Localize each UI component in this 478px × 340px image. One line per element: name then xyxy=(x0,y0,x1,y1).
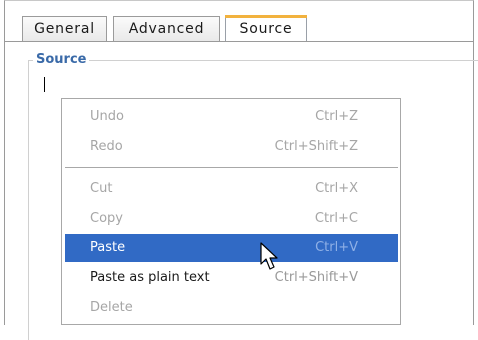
menu-item-shortcut: Ctrl+Shift+Z xyxy=(274,139,358,154)
menu-item-shortcut: Ctrl+V xyxy=(315,240,358,255)
menu-item-shortcut: Ctrl+Shift+V xyxy=(274,270,358,285)
menu-item-shortcut: Ctrl+Z xyxy=(315,109,358,124)
context-menu: Undo Ctrl+Z Redo Ctrl+Shift+Z Cut Ctrl+X… xyxy=(61,98,401,325)
tab-source[interactable]: Source xyxy=(225,15,307,42)
tab-advanced-label: Advanced xyxy=(128,21,205,37)
tab-source-label: Source xyxy=(239,21,293,37)
menu-item-label: Copy xyxy=(90,211,123,226)
menu-item-paste[interactable]: Paste Ctrl+V xyxy=(65,234,398,262)
menu-item-label: Undo xyxy=(90,109,124,124)
text-caret[interactable] xyxy=(44,77,45,92)
menu-item-label: Redo xyxy=(90,139,123,154)
tab-general-label: General xyxy=(34,21,95,37)
menu-item-cut[interactable]: Cut Ctrl+X xyxy=(65,175,398,203)
tab-underline xyxy=(4,41,474,42)
mouse-pointer-icon xyxy=(260,242,278,270)
tab-advanced[interactable]: Advanced xyxy=(113,16,220,41)
menu-item-shortcut: Ctrl+X xyxy=(315,181,358,196)
menu-item-label: Paste as plain text xyxy=(90,270,210,285)
menu-item-redo[interactable]: Redo Ctrl+Shift+Z xyxy=(65,133,398,161)
tab-general[interactable]: General xyxy=(22,16,107,41)
menu-item-delete[interactable]: Delete xyxy=(65,294,398,322)
menu-separator xyxy=(65,167,398,168)
menu-item-shortcut: Ctrl+C xyxy=(314,211,358,226)
source-legend: Source xyxy=(33,52,90,67)
menu-item-copy[interactable]: Copy Ctrl+C xyxy=(65,205,398,233)
menu-item-paste-plain-text[interactable]: Paste as plain text Ctrl+Shift+V xyxy=(65,264,398,292)
menu-item-undo[interactable]: Undo Ctrl+Z xyxy=(65,103,398,131)
menu-item-label: Cut xyxy=(90,181,113,196)
menu-item-label: Paste xyxy=(90,240,126,255)
menu-item-label: Delete xyxy=(90,300,133,315)
